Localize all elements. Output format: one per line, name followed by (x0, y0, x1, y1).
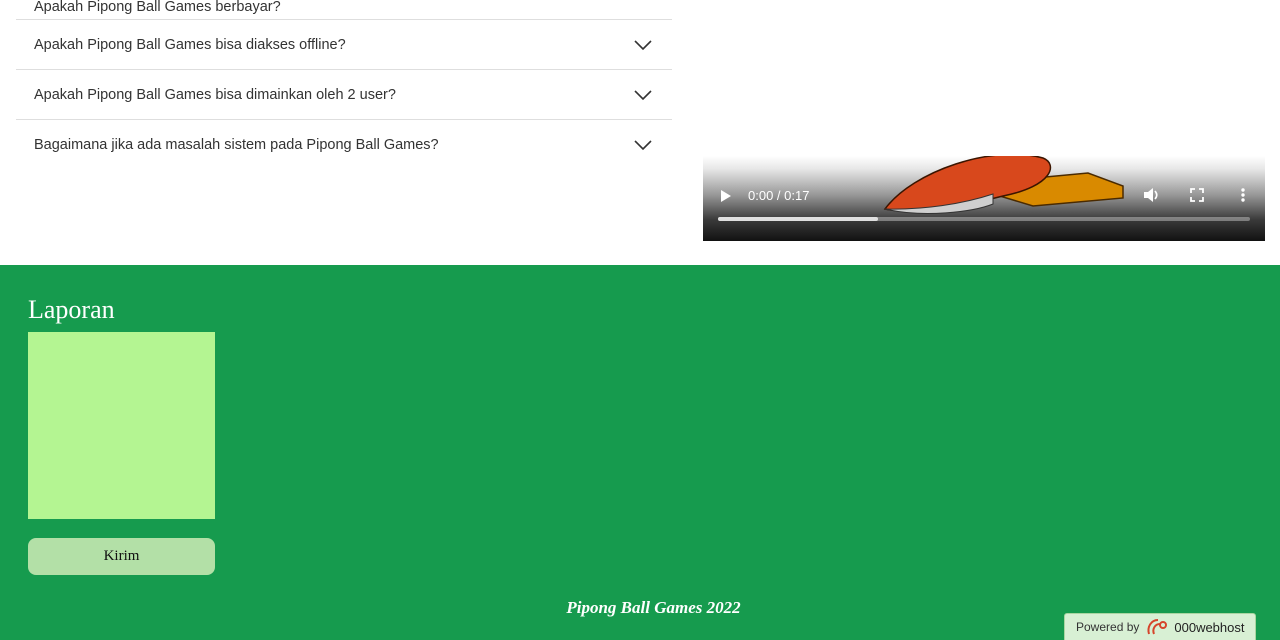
chevron-down-icon[interactable] (634, 139, 652, 151)
video-progress-bar[interactable] (718, 217, 1250, 221)
video-player[interactable]: 0:00 / 0:17 (703, 156, 1265, 241)
play-icon[interactable] (719, 188, 733, 204)
faq-question: Bagaimana jika ada masalah sistem pada P… (34, 137, 439, 153)
webhost-logo-icon (1147, 619, 1168, 635)
chevron-down-icon[interactable] (634, 39, 652, 51)
faq-question: Apakah Pipong Ball Games bisa dimainkan … (34, 86, 396, 103)
video-time: 0:00 / 0:17 (748, 188, 810, 203)
faq-question: Apakah Pipong Ball Games berbayar? (34, 0, 281, 15)
report-section: Laporan Kirim Pipong Ball Games 2022 Pow… (0, 265, 1280, 640)
powered-by-badge[interactable]: Powered by 000webhost (1064, 613, 1256, 640)
powered-by-brand: 000webhost (1174, 619, 1245, 635)
faq-question: Apakah Pipong Ball Games bisa diakses of… (34, 36, 346, 53)
video-buffer-fill (718, 217, 878, 221)
faq-list: Apakah Pipong Ball Games berbayar? Apaka… (16, 0, 672, 170)
faq-item[interactable]: Apakah Pipong Ball Games bisa dimainkan … (16, 70, 672, 120)
more-options-icon[interactable] (1240, 187, 1246, 203)
ping-pong-paddle-image (883, 156, 1124, 214)
report-textarea[interactable] (28, 332, 215, 519)
faq-item[interactable]: Bagaimana jika ada masalah sistem pada P… (16, 120, 672, 170)
chevron-down-icon[interactable] (634, 89, 652, 101)
powered-by-label: Powered by (1076, 620, 1140, 634)
faq-item[interactable]: Apakah Pipong Ball Games bisa diakses of… (16, 20, 672, 70)
fullscreen-icon[interactable] (1190, 188, 1204, 202)
send-button[interactable]: Kirim (28, 538, 215, 575)
volume-icon[interactable] (1143, 186, 1161, 204)
report-title: Laporan (28, 295, 115, 324)
faq-item[interactable]: Apakah Pipong Ball Games berbayar? (16, 0, 672, 20)
